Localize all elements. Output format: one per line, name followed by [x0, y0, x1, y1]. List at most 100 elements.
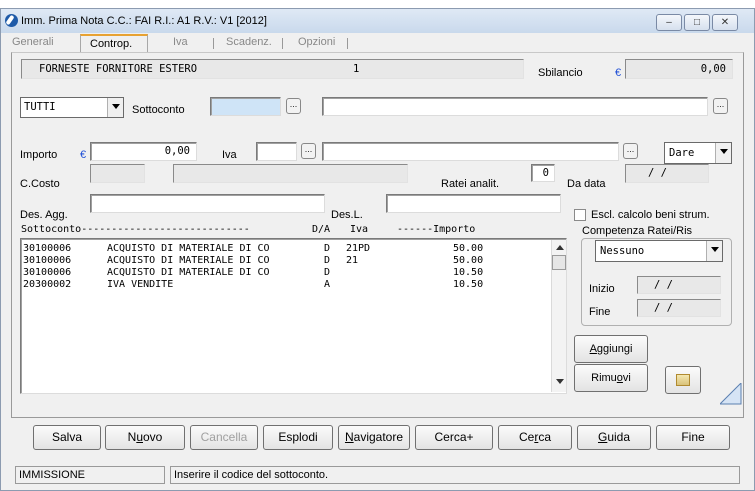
tab-generali[interactable]: Generali — [12, 36, 54, 52]
row-da: D — [324, 243, 331, 254]
list-row[interactable]: 30100006 ACQUISTO DI MATERIALE DI CO D 1… — [23, 267, 543, 279]
row-importo: 10.50 — [453, 267, 484, 278]
des-l-label: Des.L. — [331, 209, 363, 221]
euro-icon: € — [615, 67, 622, 79]
ratei-field: 0 — [531, 164, 555, 182]
main-window: Imm. Prima Nota C.C.: FAI R.I.: A1 R.V.:… — [0, 8, 755, 491]
fine-button[interactable]: Fine — [656, 425, 730, 450]
row-da: A — [324, 279, 331, 290]
account-name: FORNESTE FORNITORE ESTERO — [39, 63, 198, 75]
chevron-down-icon[interactable] — [706, 241, 722, 261]
fine-value: / / — [654, 302, 673, 314]
tab-opzioni[interactable]: Opzioni — [298, 36, 335, 52]
navigatore-button[interactable]: Navigatore — [338, 425, 410, 450]
competenza-selected: Nessuno — [600, 245, 645, 257]
chevron-down-icon[interactable] — [715, 143, 731, 163]
iva-input[interactable] — [256, 142, 297, 161]
row-code: 30100006 — [23, 267, 72, 278]
escl-checkbox[interactable] — [574, 209, 586, 221]
header-da: D/A — [312, 224, 331, 235]
app-icon — [5, 14, 18, 27]
da-data-field: / / — [625, 164, 709, 183]
da-data-value: / / — [648, 167, 667, 179]
status-mode: IMMISSIONE — [15, 466, 165, 484]
competenza-select[interactable]: Nessuno — [595, 240, 723, 262]
des-l-input[interactable] — [386, 194, 561, 213]
aggiungi-button[interactable]: Aggiungi — [574, 335, 648, 363]
tab-iva[interactable]: Iva — [173, 36, 188, 52]
rimuovi-button[interactable]: Rimuovi — [574, 364, 648, 392]
fine-field: / / — [637, 299, 721, 317]
des-agg-label: Des. Agg. — [20, 209, 68, 221]
title-bar: Imm. Prima Nota C.C.: FAI R.I.: A1 R.V.:… — [1, 9, 754, 33]
chevron-down-icon[interactable] — [107, 98, 123, 117]
row-iva: 21PD — [346, 243, 371, 254]
scroll-up-icon[interactable] — [556, 245, 564, 250]
row-iva: 21 — [346, 255, 359, 266]
tab-scadenz[interactable]: Scadenz. — [226, 36, 272, 52]
tab-separator — [347, 38, 348, 49]
row-desc: ACQUISTO DI MATERIALE DI CO — [107, 243, 270, 254]
list-scrollbar[interactable] — [551, 240, 566, 392]
row-importo: 50.00 — [453, 255, 484, 266]
row-code: 20300002 — [23, 279, 72, 290]
euro-icon: € — [80, 149, 87, 161]
sottoconto-desc-lookup-button[interactable]: ... — [713, 98, 728, 114]
des-agg-input[interactable] — [90, 194, 325, 213]
inizio-field: / / — [637, 276, 721, 294]
dare-avere-select[interactable]: Dare — [664, 142, 732, 164]
close-button[interactable]: ✕ — [712, 14, 738, 31]
nuovo-button[interactable]: Nuovo — [105, 425, 185, 450]
sbilancio-field: 0,00 — [625, 59, 733, 79]
importo-label: Importo — [20, 149, 58, 161]
row-da: D — [324, 255, 331, 266]
importo-input[interactable]: 0,00 — [90, 142, 197, 161]
filter-select[interactable]: TUTTI — [20, 97, 124, 118]
esplodi-button[interactable]: Esplodi — [263, 425, 333, 450]
filter-selected: TUTTI — [24, 101, 56, 113]
competenza-label: Competenza Ratei/Ris — [582, 225, 693, 237]
tab-controp-label: Controp. — [90, 38, 133, 50]
sottoconto-lookup-button[interactable]: ... — [286, 98, 301, 114]
row-desc: IVA VENDITE — [107, 279, 174, 290]
list-row[interactable]: 30100006 ACQUISTO DI MATERIALE DI CO D 2… — [23, 243, 543, 255]
da-data-label: Da data — [567, 178, 606, 190]
sottoconto-input[interactable] — [210, 97, 281, 116]
maximize-button[interactable]: □ — [684, 14, 710, 31]
iva-desc-input[interactable] — [322, 142, 619, 161]
sottoconto-label: Sottoconto — [132, 104, 185, 116]
cerca-button[interactable]: Cerca — [498, 425, 572, 450]
sbilancio-value: 0,00 — [700, 63, 726, 75]
row-code: 30100006 — [23, 243, 72, 254]
resize-corner-icon[interactable] — [720, 383, 742, 405]
account-value: 1 — [353, 63, 360, 75]
iva-label: Iva — [222, 149, 237, 161]
cancella-button[interactable]: Cancella — [190, 425, 258, 450]
row-desc: ACQUISTO DI MATERIALE DI CO — [107, 267, 270, 278]
iva-desc-lookup-button[interactable]: ... — [623, 143, 638, 159]
sottoconto-desc-input[interactable] — [322, 97, 708, 116]
status-message: Inserire il codice del sottoconto. — [170, 466, 740, 484]
image-icon — [676, 374, 690, 386]
scroll-thumb[interactable] — [552, 255, 566, 270]
account-display: FORNESTE FORNITORE ESTERO 1 — [21, 59, 524, 79]
iva-lookup-button[interactable]: ... — [301, 143, 316, 159]
ccosto-label: C.Costo — [20, 178, 60, 190]
row-code: 30100006 — [23, 255, 72, 266]
ratei-value: 0 — [542, 167, 549, 179]
list-row[interactable]: 30100006 ACQUISTO DI MATERIALE DI CO D 2… — [23, 255, 543, 267]
list-row[interactable]: 20300002 IVA VENDITE A 10.50 — [23, 279, 543, 291]
salva-button[interactable]: Salva — [33, 425, 101, 450]
escl-label: Escl. calcolo beni strum. — [591, 209, 710, 221]
window-title: Imm. Prima Nota C.C.: FAI R.I.: A1 R.V.:… — [21, 15, 267, 27]
image-button[interactable] — [665, 366, 701, 394]
tab-separator — [213, 38, 214, 49]
inizio-value: / / — [654, 279, 673, 291]
cerca-plus-button[interactable]: Cerca+ — [415, 425, 493, 450]
scroll-down-icon[interactable] — [556, 379, 564, 384]
dare-selected: Dare — [669, 147, 695, 159]
guida-button[interactable]: Guida — [577, 425, 651, 450]
tab-controp[interactable]: Controp. — [80, 34, 148, 53]
minimize-button[interactable]: – — [656, 14, 682, 31]
header-importo: ------Importo — [397, 224, 476, 235]
